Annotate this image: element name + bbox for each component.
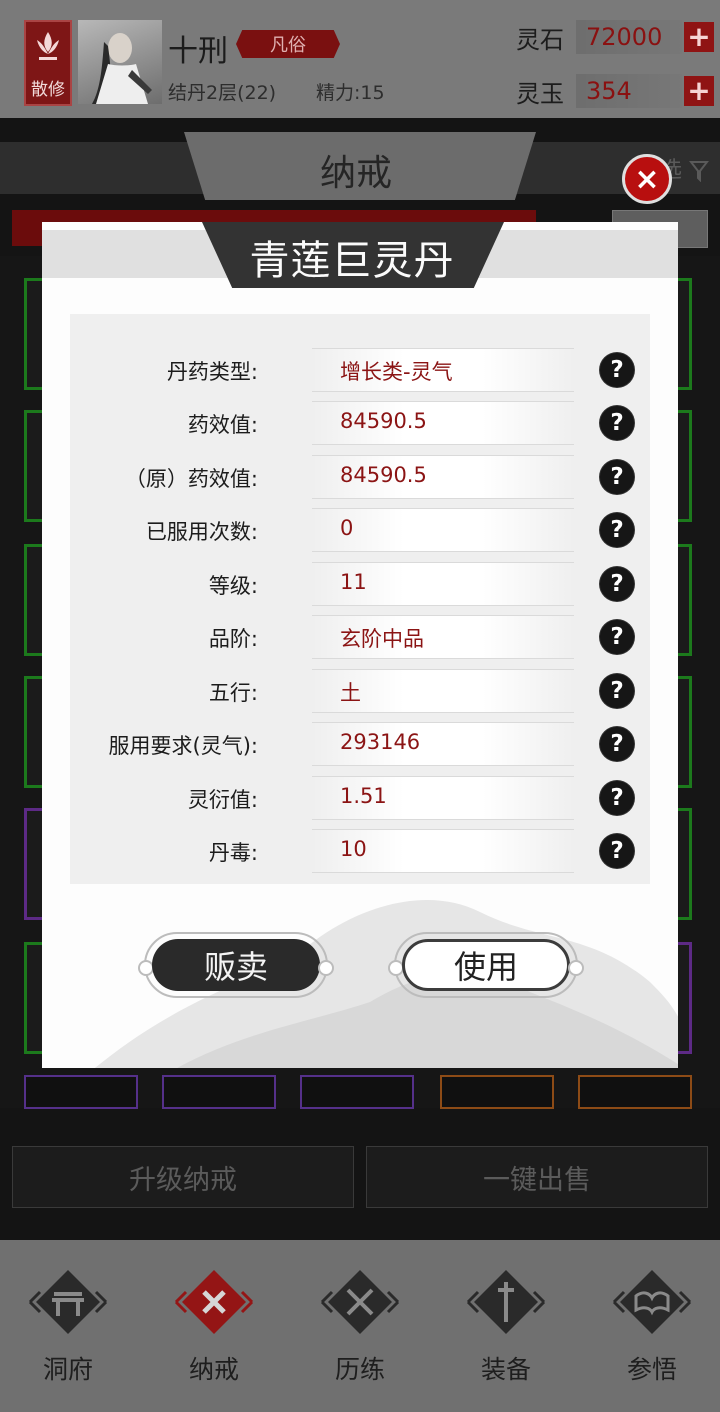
attribute-label: 品阶: bbox=[208, 627, 258, 651]
attribute-value: 土 bbox=[340, 681, 361, 705]
attribute-label: 丹药类型: bbox=[166, 360, 258, 384]
attribute-panel: 丹药类型: 增长类-灵气 ? 药效值: 84590.5 ? （原）药效值: 84… bbox=[70, 314, 650, 884]
help-icon[interactable]: ? bbox=[600, 353, 634, 387]
spirit-stone-value: 72000 bbox=[576, 20, 682, 54]
nav-label: 洞府 bbox=[42, 1355, 93, 1384]
attribute-label: 等级: bbox=[208, 574, 258, 598]
nav-label: 参悟 bbox=[626, 1355, 677, 1384]
player-energy: 精力:15 bbox=[316, 82, 385, 104]
lotus-icon bbox=[37, 32, 59, 60]
attribute-row: 丹毒: 10 ? bbox=[70, 827, 650, 875]
add-spirit-stone-button[interactable]: + bbox=[684, 22, 714, 52]
sell-button-frame: 贩卖 bbox=[138, 932, 334, 998]
nav-item-comprehend[interactable]: 参悟 bbox=[592, 1266, 712, 1396]
nav-label: 纳戒 bbox=[188, 1355, 239, 1384]
player-rank-badge: 凡俗 bbox=[236, 30, 340, 58]
crossed-swords-icon bbox=[320, 1270, 400, 1334]
attribute-label: 服用要求(灵气): bbox=[108, 734, 258, 758]
nav-label: 历练 bbox=[334, 1355, 385, 1384]
help-icon[interactable]: ? bbox=[600, 460, 634, 494]
attribute-value: 玄阶中品 bbox=[340, 627, 424, 651]
tab-title: 纳戒 bbox=[320, 153, 393, 194]
use-button-frame: 使用 bbox=[388, 932, 584, 998]
item-detail-dialog: 青莲巨灵丹 丹药类型: 增长类-灵气 ? 药效值: 84590.5 ? （原）药… bbox=[42, 222, 678, 1068]
item-slot[interactable] bbox=[24, 1075, 138, 1109]
nav-item-ring[interactable]: 纳戒 bbox=[154, 1266, 274, 1396]
item-slot[interactable] bbox=[440, 1075, 554, 1109]
player-header: 散修 十刑 凡俗 结丹2层(22) 精力:15 灵石 72000 + 灵玉 35… bbox=[0, 0, 720, 118]
attribute-row: 丹药类型: 增长类-灵气 ? bbox=[70, 346, 650, 394]
help-icon[interactable]: ? bbox=[600, 834, 634, 868]
help-icon[interactable]: ? bbox=[600, 406, 634, 440]
attribute-value: 293146 bbox=[340, 730, 421, 754]
attribute-value: 10 bbox=[340, 837, 367, 861]
attribute-label: 丹毒: bbox=[208, 841, 258, 865]
item-title: 青莲巨灵丹 bbox=[249, 238, 455, 284]
avatar[interactable] bbox=[78, 20, 162, 104]
nav-label: 装备 bbox=[480, 1355, 531, 1384]
help-icon[interactable]: ? bbox=[600, 781, 634, 815]
nav-item-adventure[interactable]: 历练 bbox=[300, 1266, 420, 1396]
avatar-figure-icon bbox=[92, 33, 152, 104]
item-slot[interactable] bbox=[162, 1075, 276, 1109]
attribute-value: 1.51 bbox=[340, 784, 387, 808]
gate-icon bbox=[28, 1270, 108, 1334]
use-button[interactable]: 使用 bbox=[402, 939, 570, 991]
sell-button[interactable]: 贩卖 bbox=[152, 939, 320, 991]
filter-icon bbox=[688, 161, 710, 183]
attribute-value: 84590.5 bbox=[340, 409, 427, 433]
add-spirit-jade-button[interactable]: + bbox=[684, 76, 714, 106]
item-slot[interactable] bbox=[300, 1075, 414, 1109]
game-screen: 散修 十刑 凡俗 结丹2层(22) 精力:15 灵石 72000 + 灵玉 35… bbox=[0, 0, 720, 1412]
close-button[interactable]: × bbox=[622, 154, 672, 204]
nav-item-equipment[interactable]: 装备 bbox=[446, 1266, 566, 1396]
help-icon[interactable]: ? bbox=[600, 727, 634, 761]
player-name: 十刑 bbox=[168, 34, 228, 69]
attribute-row: 五行: 土 ? bbox=[70, 667, 650, 715]
sell-all-button[interactable]: 一键出售 bbox=[366, 1146, 708, 1208]
attribute-label: 五行: bbox=[208, 681, 258, 705]
attribute-label: 药效值: bbox=[187, 413, 258, 437]
nav-item-cave[interactable]: 洞府 bbox=[8, 1266, 128, 1396]
attribute-value: 增长类-灵气 bbox=[340, 360, 453, 384]
help-icon[interactable]: ? bbox=[600, 513, 634, 547]
attribute-row: 已服用次数: 0 ? bbox=[70, 506, 650, 554]
attribute-label: （原）药效值: bbox=[124, 467, 258, 491]
attribute-row: 品阶: 玄阶中品 ? bbox=[70, 613, 650, 661]
attribute-row: 服用要求(灵气): 293146 ? bbox=[70, 720, 650, 768]
sect-badge[interactable]: 散修 bbox=[24, 20, 72, 106]
attribute-value: 84590.5 bbox=[340, 463, 427, 487]
help-icon[interactable]: ? bbox=[600, 620, 634, 654]
attribute-label: 灵衍值: bbox=[187, 788, 258, 812]
attribute-row: （原）药效值: 84590.5 ? bbox=[70, 453, 650, 501]
attribute-row: 灵衍值: 1.51 ? bbox=[70, 774, 650, 822]
book-icon bbox=[612, 1270, 692, 1334]
sect-label: 散修 bbox=[31, 80, 65, 100]
player-realm: 结丹2层(22) bbox=[168, 82, 277, 104]
close-icon: × bbox=[634, 161, 660, 197]
spirit-jade-value: 354 bbox=[576, 74, 682, 108]
help-icon[interactable]: ? bbox=[600, 674, 634, 708]
spirit-jade-label: 灵玉 bbox=[516, 80, 564, 108]
attribute-value: 11 bbox=[340, 570, 367, 594]
item-slot[interactable] bbox=[578, 1075, 692, 1109]
upgrade-ring-button[interactable]: 升级纳戒 bbox=[12, 1146, 354, 1208]
attribute-label: 已服用次数: bbox=[145, 520, 258, 544]
help-icon[interactable]: ? bbox=[600, 567, 634, 601]
attribute-row: 等级: 11 ? bbox=[70, 560, 650, 608]
close-x-icon bbox=[174, 1270, 254, 1334]
spirit-stone-label: 灵石 bbox=[516, 26, 564, 54]
attribute-value: 0 bbox=[340, 516, 354, 540]
attribute-row: 药效值: 84590.5 ? bbox=[70, 399, 650, 447]
sword-icon bbox=[466, 1270, 546, 1334]
